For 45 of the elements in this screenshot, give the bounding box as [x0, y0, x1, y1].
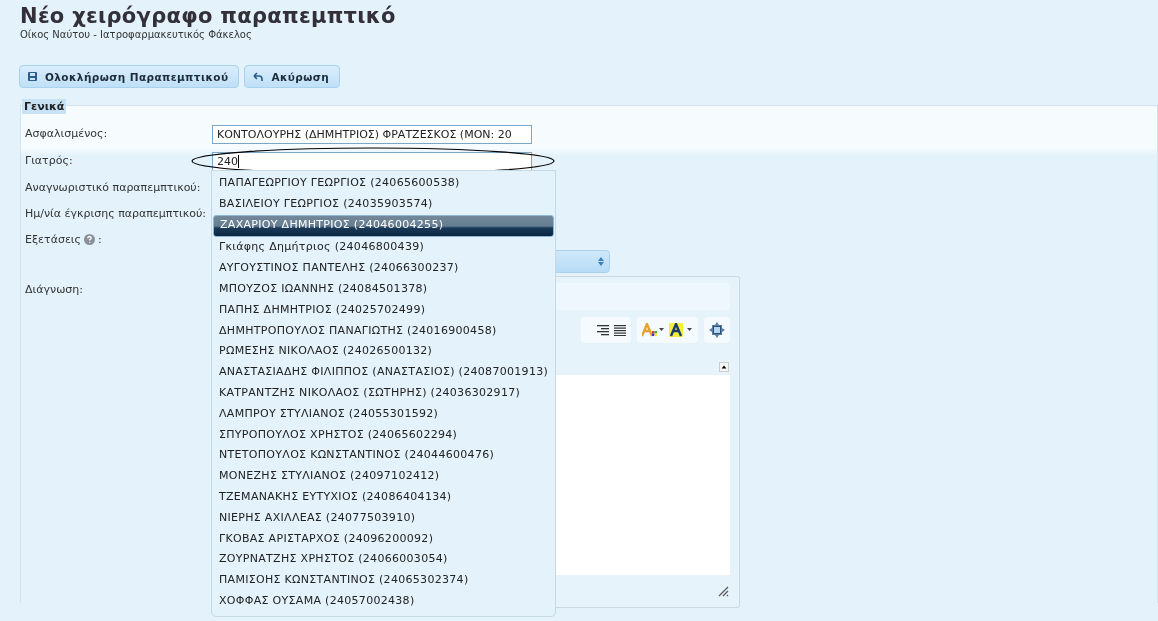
suggestion-item[interactable]: ΛΑΜΠΡΟΥ ΣΤΥΛΙΑΝΟΣ (24055301592) [213, 403, 554, 425]
save-icon [28, 72, 37, 81]
suggestion-item[interactable]: ΝΙΕΡΗΣ ΑΧΙΛΛΕΑΣ (24077503910) [213, 507, 554, 529]
suggestion-item[interactable]: Γκιάφης Δημήτριος (24046800439) [213, 237, 554, 259]
field-label: Διάγνωση: [25, 283, 83, 296]
justify-icon[interactable] [614, 324, 626, 336]
suggestion-item[interactable]: ΝΤΕΤΟΠΟΥΛΟΣ ΚΩΝΣΤΑΝΤΙΝΟΣ (24044600476) [213, 445, 554, 467]
scroll-up-icon[interactable] [719, 362, 729, 372]
resize-grip-icon[interactable] [718, 586, 729, 597]
field-label: Αναγνωριστικό παραπεμπτικού: [25, 181, 201, 194]
highlight-icon[interactable] [669, 323, 693, 337]
help-icon[interactable] [84, 234, 95, 245]
suggestion-item[interactable]: ΧΟΦΦΑΣ ΟΥΣΑΜΑ (24057002438) [213, 590, 554, 612]
suggestion-item[interactable]: ΔΗΜΗΤΡΟΠΟΥΛΟΣ ΠΑΝΑΓΙΩΤΗΣ (24016900458) [213, 320, 554, 342]
suggestion-item[interactable]: ΜΟΝΕΖΗΣ ΣΤΥΛΙΑΝΟΣ (24097102412) [213, 466, 554, 487]
suggestion-item[interactable]: ΚΑΤΡΑΝΤΖΗΣ ΝΙΚΟΛΑΟΣ (ΣΩΤΗΡΗΣ) (24036302917) [213, 382, 554, 404]
field-label: Ημ/νία έγκρισης παραπεμπτικού: [25, 207, 207, 220]
suggestion-item[interactable]: ΑΥΓΟΥΣΤΙΝΟΣ ΠΑΝΤΕΛΗΣ (24066300237) [213, 258, 554, 279]
updown-icon [598, 257, 604, 266]
suggestion-item[interactable]: ΓΚΟΒΑΣ ΑΡΙΣΤΑΡΧΟΣ (24096200092) [213, 528, 554, 550]
section-legend: Γενικά [22, 99, 67, 114]
field-label: Γιατρός: [25, 154, 73, 167]
label-colon: : [98, 233, 102, 246]
field-label: Εξετάσεις [25, 233, 81, 246]
suggestion-item[interactable]: ΑΝΑΣΤΑΣΙΑΔΗΣ ΦΙΛΙΠΠΟΣ (ΑΝΑΣΤΑΣΙΟΣ) (24087001913) [213, 362, 554, 383]
suggestion-item[interactable]: ΖΑΧΑΡΙΟΥ ΔΗΜΗΤΡΙΟΣ (24046004255) [213, 214, 554, 238]
suggestion-item[interactable]: ΜΠΟΥΖΟΣ ΙΩΑΝΝΗΣ (24084501378) [213, 279, 554, 300]
suggestion-item[interactable]: ΒΑΣΙΛΕΙΟΥ ΓΕΩΡΓΙΟΣ (24035903574) [213, 193, 554, 215]
maximize-icon[interactable] [709, 322, 725, 338]
text-field[interactable]: ΚΟΝΤΟΛΟΥΡΗΣ (ΔΗΜΗΤΡΙΟΣ) ΦΡΑΤΖΕΣΚΟΣ (ΜΟΝ: 20 [212, 125, 532, 144]
font-color-icon[interactable] [642, 323, 664, 337]
undo-icon [253, 72, 264, 81]
toolbar-button[interactable]: Ακύρωση [244, 65, 341, 88]
suggestion-item[interactable]: ΣΠΥΡΟΠΟΥΛΟΣ ΧΡΗΣΤΟΣ (24065602294) [213, 424, 554, 446]
suggestion-item[interactable]: ΡΩΜΕΣΗΣ ΝΙΚΟΛΑΟΣ (24026500132) [213, 341, 554, 363]
field-label: Ασφαλισμένος: [25, 127, 108, 140]
toolbar-button[interactable]: Ολοκλήρωση Παραπεμπτικού [19, 65, 240, 88]
page-subtitle: Οίκος Ναύτου - Ιατροφαρμακευτικός Φάκελος [20, 29, 252, 41]
page-title: Νέο χειρόγραφο παραπεμπτικό [20, 4, 396, 28]
suggestion-item[interactable]: ΖΟΥΡΝΑΤΖΗΣ ΧΡΗΣΤΟΣ (24066003054) [213, 549, 554, 571]
align-right-icon[interactable] [597, 324, 609, 336]
suggestion-item[interactable]: ΠΑΠΑΓΕΩΡΓΙΟΥ ΓΕΩΡΓΙΟΣ (24065600538) [213, 173, 554, 194]
suggestion-item[interactable]: ΠΑΠΗΣ ΔΗΜΗΤΡΙΟΣ (24025702499) [213, 299, 554, 321]
suggestion-item[interactable]: ΠΑΜΙΣΟΗΣ ΚΩΝΣΤΑΝΤΙΝΟΣ (24065302374) [213, 570, 554, 591]
suggestion-item[interactable]: ΤΖΕΜΑΝΑΚΗΣ ΕΥΤΥΧΙΟΣ (24086404134) [213, 486, 554, 508]
